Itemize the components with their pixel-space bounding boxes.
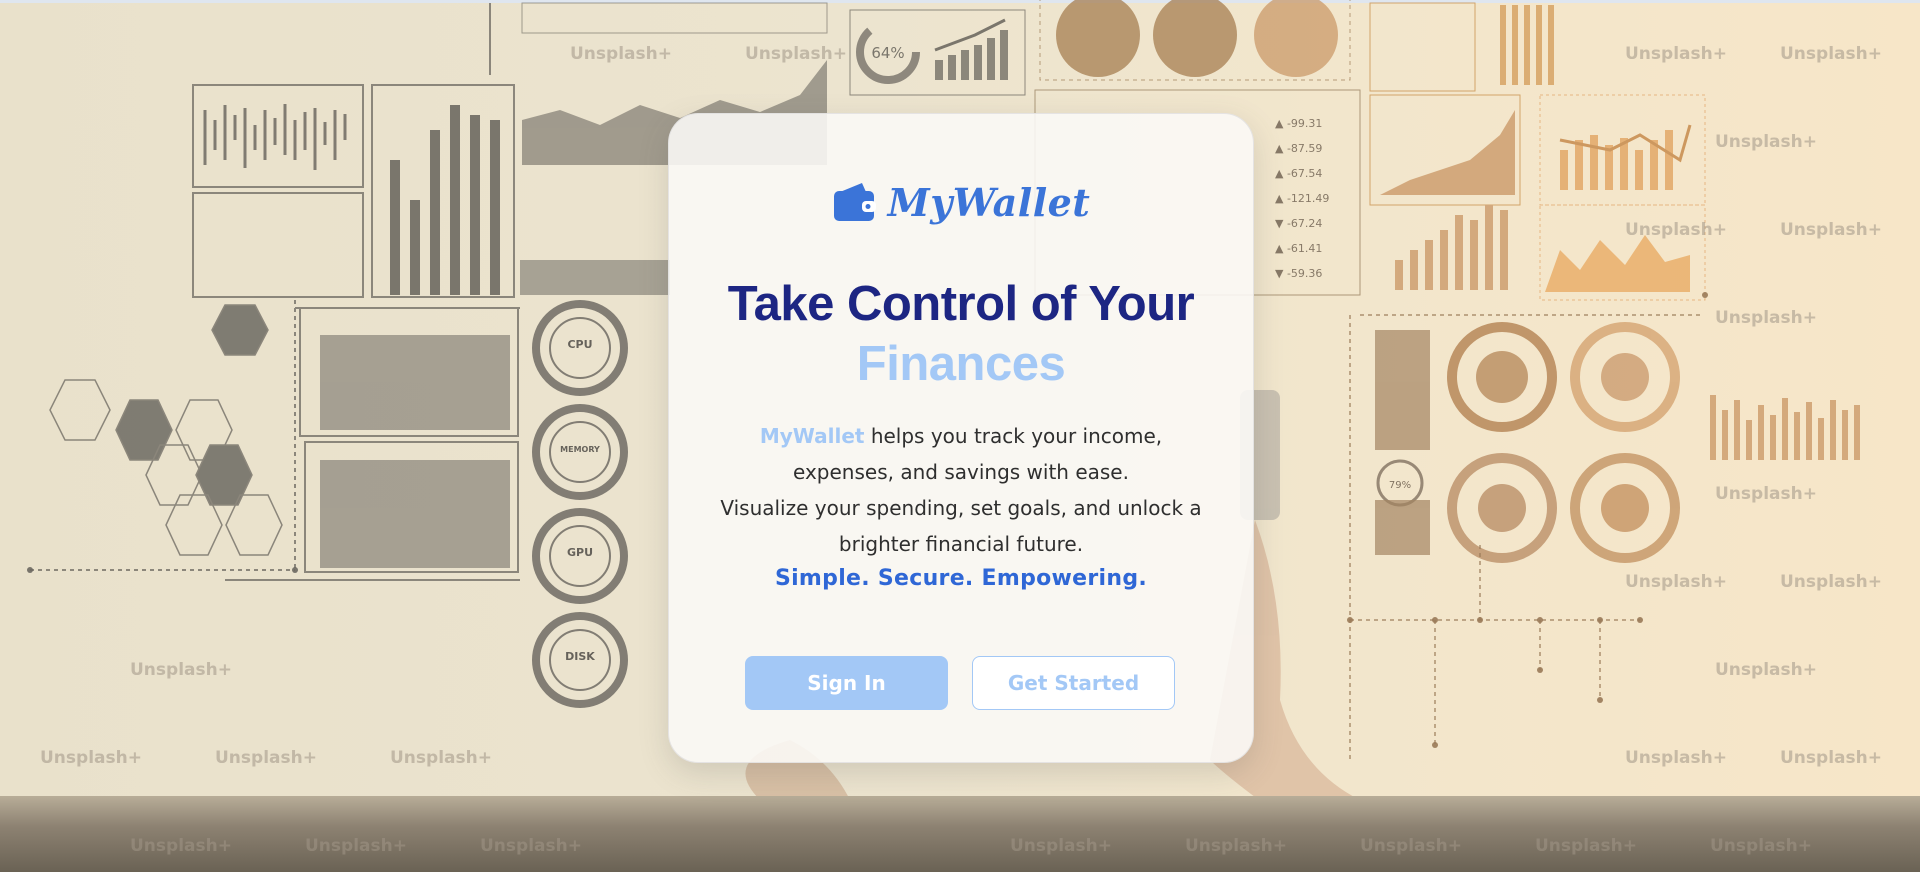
watermark: Unsplash+ xyxy=(1780,44,1882,64)
watermark: Unsplash+ xyxy=(570,44,672,64)
svg-text:▲ -67.54: ▲ -67.54 xyxy=(1275,167,1322,180)
svg-text:▲ -87.59: ▲ -87.59 xyxy=(1275,142,1322,155)
watermark: Unsplash+ xyxy=(1185,836,1287,856)
watermark: Unsplash+ xyxy=(215,748,317,768)
watermark: Unsplash+ xyxy=(1780,748,1882,768)
watermark: Unsplash+ xyxy=(1715,132,1817,152)
title-line-2: Finances xyxy=(856,337,1066,391)
sign-in-button[interactable]: Sign In xyxy=(745,656,948,710)
watermark: Unsplash+ xyxy=(1715,308,1817,328)
tagline: Simple. Secure. Empowering. xyxy=(774,566,1148,591)
get-started-button[interactable]: Get Started xyxy=(972,656,1175,710)
watermark: Unsplash+ xyxy=(1710,836,1812,856)
watermark: Unsplash+ xyxy=(130,836,232,856)
svg-text:▲ -99.31: ▲ -99.31 xyxy=(1275,117,1322,130)
description-line-3: Visualize your spending, set goals, and … xyxy=(720,496,1202,520)
watermark: Unsplash+ xyxy=(745,44,847,64)
svg-text:▼ -59.36: ▼ -59.36 xyxy=(1275,267,1322,280)
watermark: Unsplash+ xyxy=(40,748,142,768)
page-title: Take Control of Your Finances xyxy=(669,274,1253,394)
watermark: Unsplash+ xyxy=(1780,220,1882,240)
watermark: Unsplash+ xyxy=(1360,836,1462,856)
watermark: Unsplash+ xyxy=(1715,484,1817,504)
watermark: Unsplash+ xyxy=(1535,836,1637,856)
watermark: Unsplash+ xyxy=(1625,44,1727,64)
watermark: Unsplash+ xyxy=(1010,836,1112,856)
watermark: Unsplash+ xyxy=(305,836,407,856)
gauge-label-memory: MEMORY xyxy=(560,445,600,454)
watermark: Unsplash+ xyxy=(1715,660,1817,680)
description-line-4: brighter financial future. xyxy=(838,532,1084,556)
watermark: Unsplash+ xyxy=(1625,572,1727,592)
description-line-1: helps you track your income, xyxy=(864,424,1163,448)
app-logo[interactable]: MyWallet xyxy=(669,174,1253,230)
svg-text:▼ -67.24: ▼ -67.24 xyxy=(1275,217,1322,230)
description-brand: MyWallet xyxy=(759,424,865,448)
landing-page: CPU MEMORY GPU DISK 64% ▲ -99.31 ▲ -87.5… xyxy=(0,0,1920,872)
donut-label: 64% xyxy=(871,44,904,62)
welcome-card: MyWallet Take Control of Your Finances M… xyxy=(668,113,1254,763)
watermark: Unsplash+ xyxy=(1780,572,1882,592)
gauge-label-cpu: CPU xyxy=(567,338,592,351)
description-line-2: expenses, and savings with ease. xyxy=(793,460,1129,484)
wallet-icon xyxy=(833,183,876,221)
watermark: Unsplash+ xyxy=(130,660,232,680)
watermark: Unsplash+ xyxy=(1625,748,1727,768)
gauge-label-gpu: GPU xyxy=(567,546,593,559)
gauge-label-disk: DISK xyxy=(565,650,595,663)
svg-text:▲ -121.49: ▲ -121.49 xyxy=(1275,192,1329,205)
description: MyWallet helps you track your income, ex… xyxy=(709,418,1213,562)
title-line-1: Take Control of Your xyxy=(727,277,1195,331)
desk-edge xyxy=(0,796,1920,872)
svg-text:▲ -61.41: ▲ -61.41 xyxy=(1275,242,1322,255)
watermark: Unsplash+ xyxy=(480,836,582,856)
watermark: Unsplash+ xyxy=(1625,220,1727,240)
app-name: MyWallet xyxy=(887,179,1091,225)
watermark: Unsplash+ xyxy=(390,748,492,768)
small-gauge-label: 79% xyxy=(1389,480,1411,491)
